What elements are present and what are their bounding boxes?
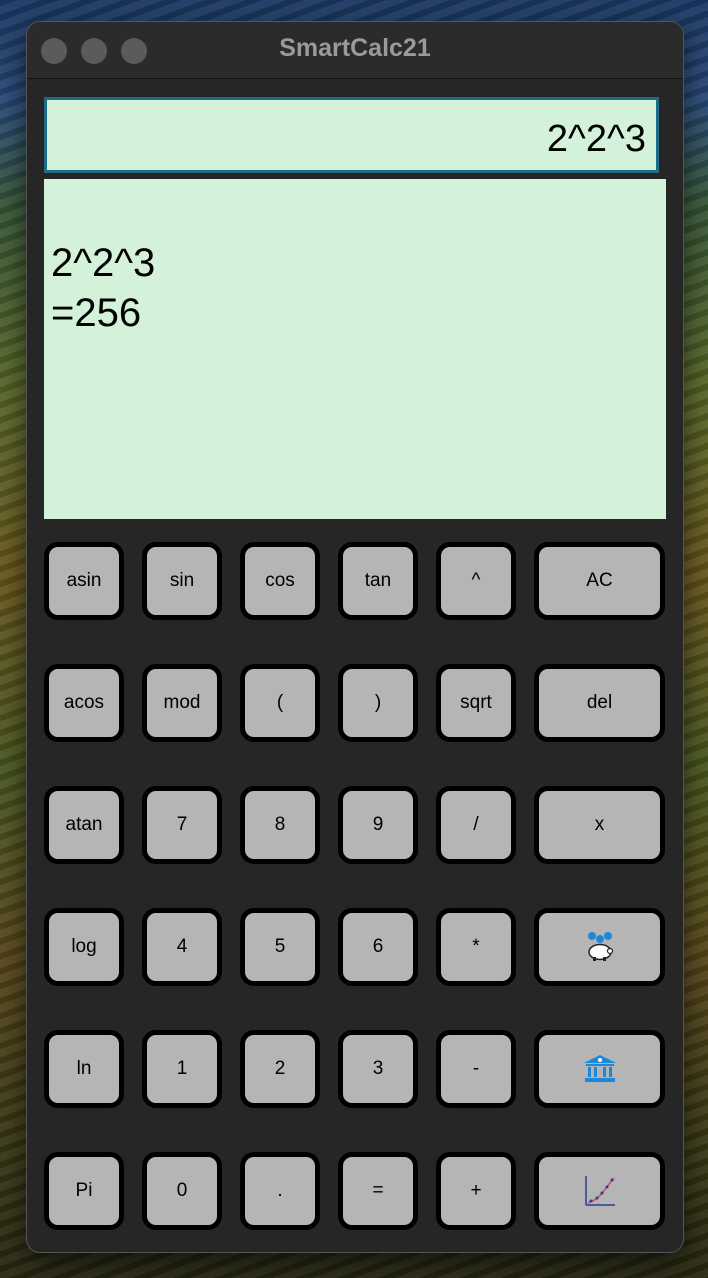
all-clear-button[interactable]: AC — [534, 542, 665, 620]
sqrt-button[interactable]: sqrt — [436, 664, 516, 742]
cos-button[interactable]: cos — [240, 542, 320, 620]
digit-1-button[interactable]: 1 — [142, 1030, 222, 1108]
digit-3-button[interactable]: 3 — [338, 1030, 418, 1108]
decimal-point-button[interactable]: . — [240, 1152, 320, 1230]
pi-button[interactable]: Pi — [44, 1152, 124, 1230]
digit-9-button[interactable]: 9 — [338, 786, 418, 864]
result-display: 2^2^3 =256 — [44, 179, 666, 519]
tan-button[interactable]: tan — [338, 542, 418, 620]
minus-button[interactable]: - — [436, 1030, 516, 1108]
atan-button[interactable]: atan — [44, 786, 124, 864]
deposit-calculator-button[interactable] — [534, 908, 665, 986]
x-variable-button[interactable]: x — [534, 786, 665, 864]
window-title: SmartCalc21 — [279, 34, 431, 62]
log-button[interactable]: log — [44, 908, 124, 986]
graph-plot-icon — [584, 1176, 615, 1206]
result-value-line: =256 — [51, 291, 142, 335]
plus-button[interactable]: + — [436, 1152, 516, 1230]
ln-button[interactable]: ln — [44, 1030, 124, 1108]
sin-button[interactable]: sin — [142, 542, 222, 620]
calculator-window: SmartCalc21 2^2^3 2^2^3 =256 asin sin co… — [26, 21, 684, 1253]
title-bar: SmartCalc21 — [27, 22, 683, 79]
graph-button[interactable] — [534, 1152, 665, 1230]
divide-button[interactable]: / — [436, 786, 516, 864]
piggy-bank-icon — [587, 932, 613, 961]
bank-icon — [583, 1055, 616, 1082]
power-button[interactable]: ^ — [436, 542, 516, 620]
asin-button[interactable]: asin — [44, 542, 124, 620]
acos-button[interactable]: acos — [44, 664, 124, 742]
result-expression-line: 2^2^3 — [51, 241, 156, 285]
close-paren-button[interactable]: ) — [338, 664, 418, 742]
digit-7-button[interactable]: 7 — [142, 786, 222, 864]
digit-2-button[interactable]: 2 — [240, 1030, 320, 1108]
multiply-button[interactable]: * — [436, 908, 516, 986]
digit-6-button[interactable]: 6 — [338, 908, 418, 986]
credit-calculator-button[interactable] — [534, 1030, 665, 1108]
expression-input[interactable]: 2^2^3 — [44, 97, 659, 173]
delete-button[interactable]: del — [534, 664, 665, 742]
digit-4-button[interactable]: 4 — [142, 908, 222, 986]
mod-button[interactable]: mod — [142, 664, 222, 742]
digit-5-button[interactable]: 5 — [240, 908, 320, 986]
equals-button[interactable]: = — [338, 1152, 418, 1230]
digit-8-button[interactable]: 8 — [240, 786, 320, 864]
digit-0-button[interactable]: 0 — [142, 1152, 222, 1230]
open-paren-button[interactable]: ( — [240, 664, 320, 742]
